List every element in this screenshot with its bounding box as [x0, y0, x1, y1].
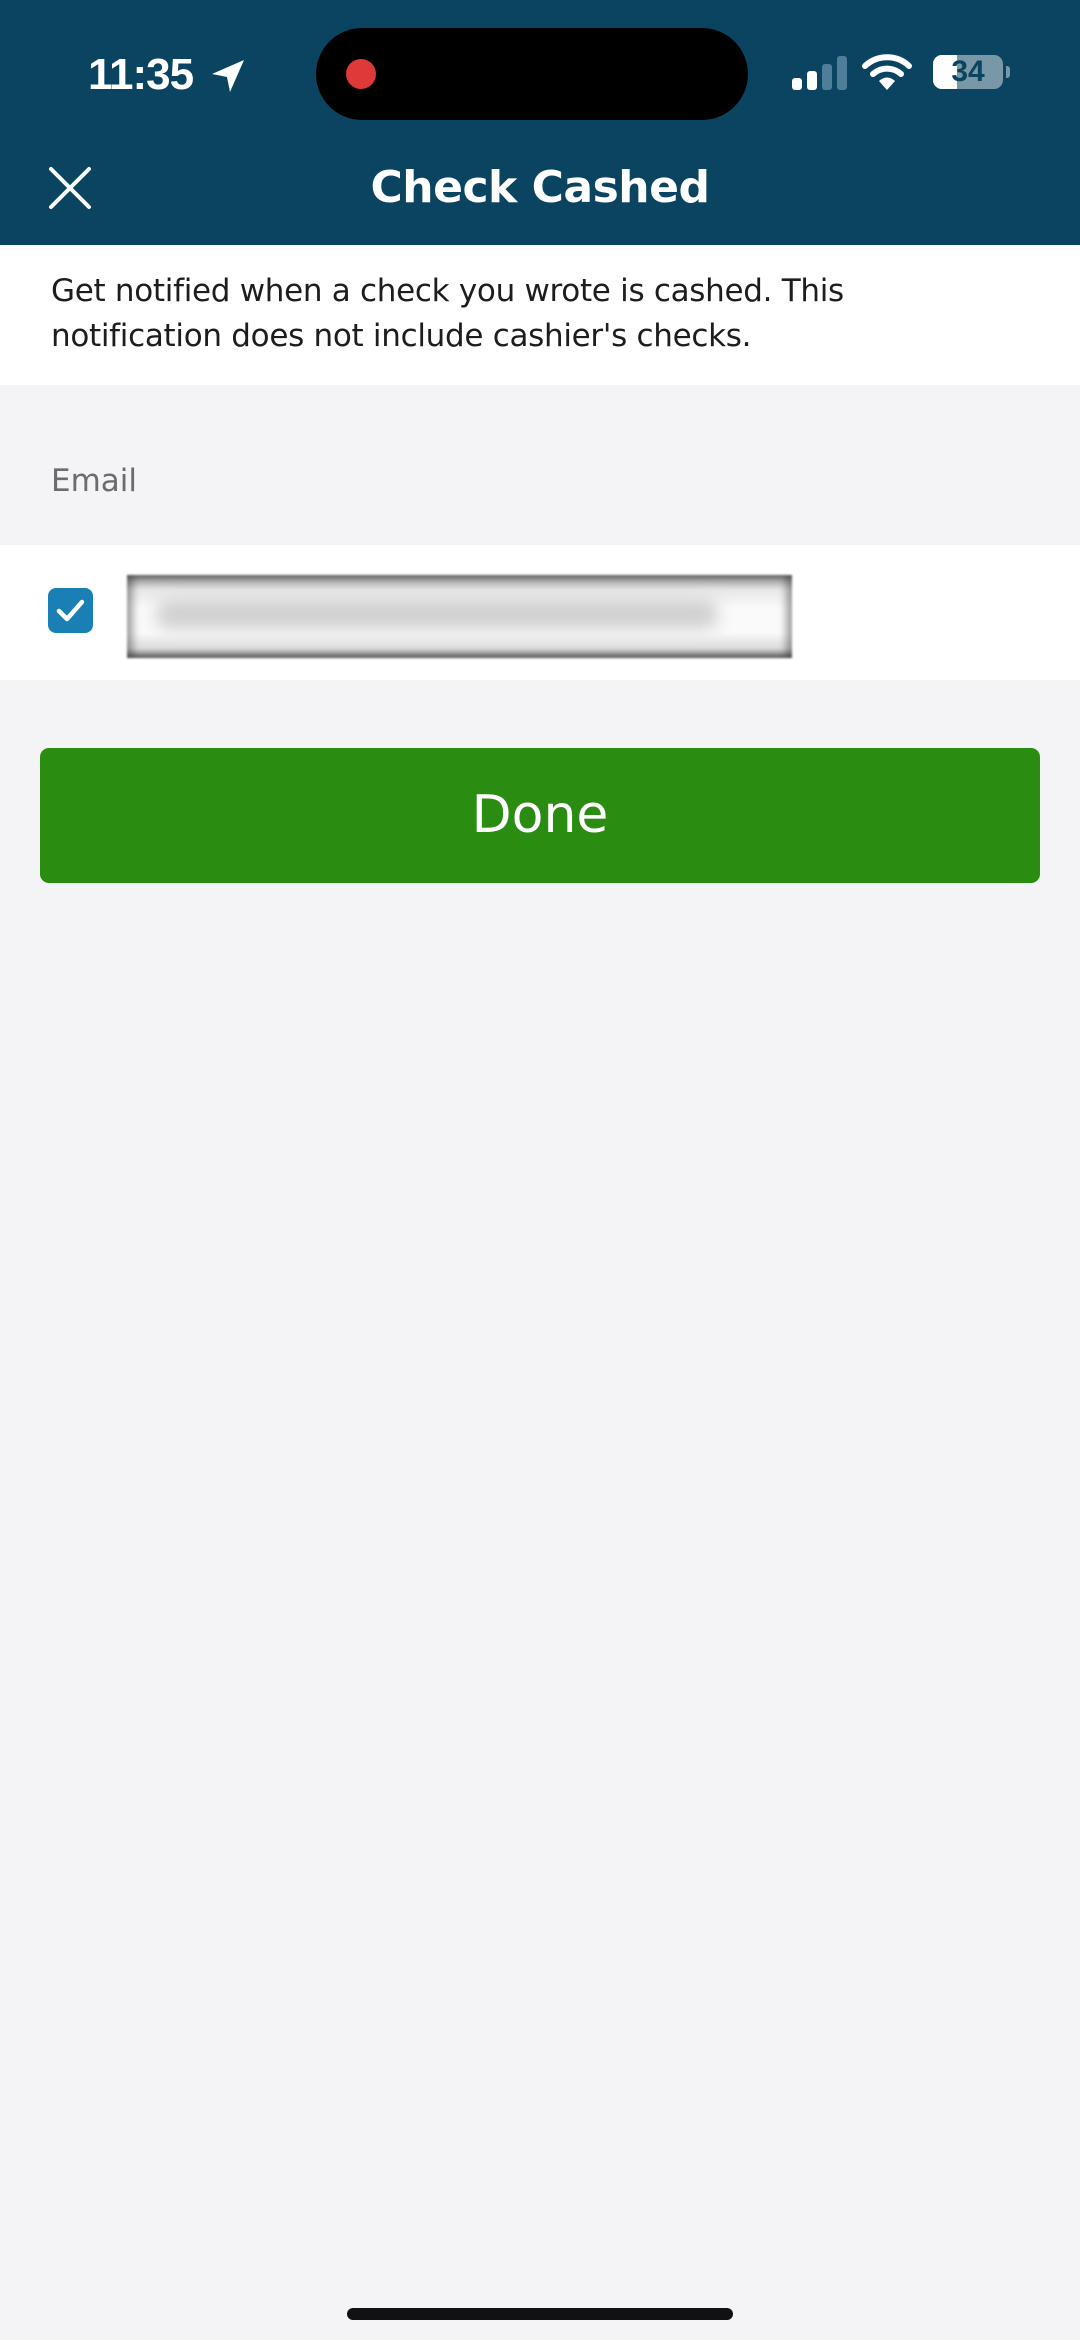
description-text: Get notified when a check you wrote is c…: [51, 273, 844, 354]
email-address-redacted: [127, 575, 792, 658]
recording-indicator-icon: [346, 59, 376, 89]
battery-nub: [1006, 66, 1010, 78]
app-header: 11:35 34 Check Cashed: [0, 0, 1080, 245]
email-section-label: Email: [51, 463, 138, 499]
done-button[interactable]: Done: [40, 748, 1040, 883]
battery-percentage: 34: [951, 55, 985, 88]
description-section: Get notified when a check you wrote is c…: [0, 245, 1080, 385]
location-arrow-icon: [212, 60, 244, 92]
status-time: 11:35: [88, 50, 194, 99]
battery-icon: 34: [933, 55, 1003, 89]
blurred-email-text: [157, 599, 717, 629]
cellular-signal-icon: [792, 56, 847, 90]
page-title: Check Cashed: [370, 162, 710, 213]
home-indicator[interactable]: [347, 2308, 733, 2320]
dynamic-island: [316, 28, 748, 120]
email-checkbox[interactable]: [48, 588, 93, 633]
email-list-item[interactable]: [0, 545, 1080, 680]
wifi-icon: [862, 54, 912, 90]
checkmark-icon: [56, 599, 85, 622]
